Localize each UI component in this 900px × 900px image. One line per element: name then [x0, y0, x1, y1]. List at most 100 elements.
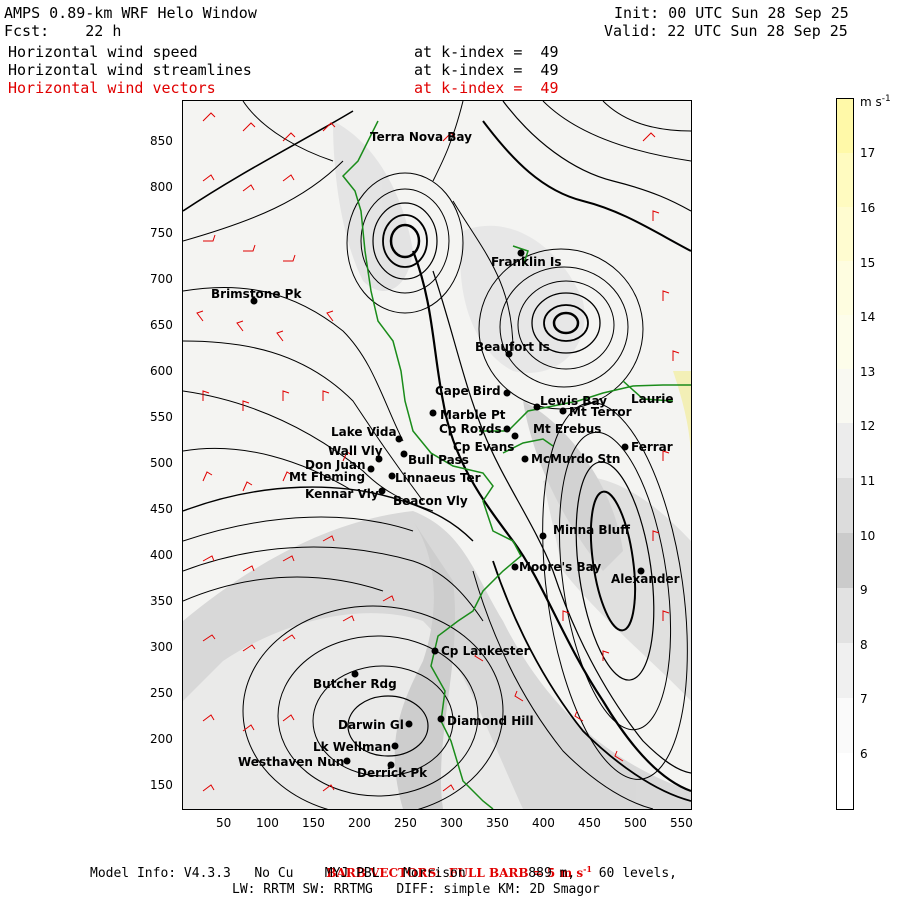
label-mcmurdo-stn: McMurdo Stn	[531, 452, 620, 466]
colorbar-segment	[837, 588, 853, 643]
label-bull-pass: Bull Pass	[408, 453, 469, 467]
label-cape-bird: Cape Bird	[435, 384, 501, 398]
x-tick: 100	[256, 816, 279, 830]
model-info: Model Info: V4.3.3 No Cu MYJ PBL Morriso…	[90, 866, 677, 881]
colorbar-label: 6	[860, 747, 868, 761]
label-brimstone-pk: Brimstone Pk	[211, 287, 302, 301]
y-tick: 250	[150, 686, 173, 700]
colorbar-label: 9	[860, 583, 868, 597]
label-laurie: Laurie	[631, 392, 673, 406]
colorbar-segment	[837, 99, 853, 153]
colorbar-label: 13	[860, 365, 876, 379]
marker-moores-bay	[511, 563, 519, 571]
label-lk-wellman: Lk Wellman	[313, 740, 391, 754]
label-beaufort-is: Beaufort Is	[475, 340, 550, 354]
plot-title: AMPS 0.89-km WRF Helo Window	[4, 4, 257, 22]
label-terra-nova-bay: Terra Nova Bay	[370, 130, 472, 144]
label-mt-erebus: Mt Erebus	[533, 422, 601, 436]
y-tick: 450	[150, 502, 173, 516]
colorbar-segment	[837, 753, 853, 809]
valid-time: Valid: 22 UTC Sun 28 Sep 25	[604, 22, 848, 40]
label-minna-bluff: Minna Bluff	[553, 523, 630, 537]
colorbar-unit: m s-1	[860, 94, 891, 109]
y-tick: 650	[150, 318, 173, 332]
colorbar-segment	[837, 478, 853, 533]
marker-don-juan	[367, 465, 375, 473]
colorbar-label: 12	[860, 419, 876, 433]
marker-cp-royds	[503, 425, 511, 433]
marker-kennar-vly	[378, 487, 386, 495]
marker-bull-pass	[400, 450, 408, 458]
colorbar-segment	[837, 369, 853, 423]
colorbar-segment	[837, 423, 853, 478]
marker-darwin-gl	[405, 720, 413, 728]
marker-marble-pt	[429, 409, 437, 417]
marker-mt-erebus	[511, 432, 519, 440]
colorbar-label: 14	[860, 310, 876, 324]
x-tick: 250	[394, 816, 417, 830]
x-tick: 400	[532, 816, 555, 830]
physics-info: LW: RRTM SW: RRTMG DIFF: simple KM: 2D S…	[232, 882, 600, 897]
label-diamond-hill: Diamond Hill	[447, 714, 534, 728]
y-tick: 600	[150, 364, 173, 378]
label-mt-fleming: Mt Fleming	[289, 470, 365, 484]
y-tick: 550	[150, 410, 173, 424]
marker-westhaven-nun	[343, 757, 351, 765]
label-derrick-pk: Derrick Pk	[357, 766, 428, 780]
label-linnaeus-ter: Linnaeus Ter	[395, 471, 481, 485]
init-time: Init: 00 UTC Sun 28 Sep 25	[614, 4, 849, 22]
marker-mt-terror	[559, 407, 567, 415]
field-level-vectors: at k-index = 49	[414, 79, 559, 97]
label-butcher-rdg: Butcher Rdg	[313, 677, 397, 691]
marker-cape-bird	[503, 389, 511, 397]
field-level-streamlines: at k-index = 49	[414, 61, 559, 79]
y-tick: 350	[150, 594, 173, 608]
x-tick: 500	[624, 816, 647, 830]
colorbar-segment	[837, 643, 853, 698]
field-name-vectors: Horizontal wind vectors	[8, 79, 216, 97]
y-tick: 800	[150, 180, 173, 194]
colorbar-segment	[837, 261, 853, 315]
field-name-streamlines: Horizontal wind streamlines	[8, 61, 252, 79]
wind-speed-colorbar	[836, 98, 854, 810]
forecast-hour: Fcst: 22 h	[4, 22, 122, 40]
colorbar-segment	[837, 698, 853, 753]
colorbar-label: 8	[860, 638, 868, 652]
wind-map: Terra Nova Bay Franklin Is Brimstone Pk …	[182, 100, 692, 810]
x-tick: 150	[302, 816, 325, 830]
label-westhaven-nun: Westhaven Nun	[238, 755, 344, 769]
y-tick: 200	[150, 732, 173, 746]
map-canvas: Terra Nova Bay Franklin Is Brimstone Pk …	[183, 101, 691, 809]
x-tick: 50	[216, 816, 232, 830]
label-franklin-is: Franklin Is	[491, 255, 562, 269]
colorbar-label: 17	[860, 146, 876, 160]
y-tick: 150	[150, 778, 173, 792]
label-ferrar: Ferrar	[631, 440, 673, 454]
marker-cp-lankester	[431, 647, 439, 655]
x-tick: 200	[348, 816, 371, 830]
label-cp-lankester: Cp Lankester	[441, 644, 530, 658]
colorbar-label: 10	[860, 529, 876, 543]
colorbar-label: 15	[860, 256, 876, 270]
label-cp-evans: Cp Evans	[453, 440, 514, 454]
x-tick: 300	[440, 816, 463, 830]
y-tick: 400	[150, 548, 173, 562]
marker-lk-wellman	[391, 742, 399, 750]
label-darwin-gl: Darwin Gl	[338, 718, 404, 732]
label-beacon-vly: Beacon Vly	[393, 494, 468, 508]
colorbar-segment	[837, 315, 853, 369]
field-name-speed: Horizontal wind speed	[8, 43, 198, 61]
x-tick: 350	[486, 816, 509, 830]
y-tick: 750	[150, 226, 173, 240]
colorbar-label: 11	[860, 474, 876, 488]
marker-mcmurdo-stn	[521, 455, 529, 463]
y-tick: 300	[150, 640, 173, 654]
label-mt-terror: Mt Terror	[569, 405, 632, 419]
x-tick: 450	[578, 816, 601, 830]
label-wall-vly: Wall Vly	[328, 444, 383, 458]
colorbar-segment	[837, 153, 853, 207]
x-tick: 550	[670, 816, 693, 830]
marker-minna-bluff	[539, 532, 547, 540]
label-alexander: Alexander	[611, 572, 680, 586]
colorbar-segment	[837, 207, 853, 261]
